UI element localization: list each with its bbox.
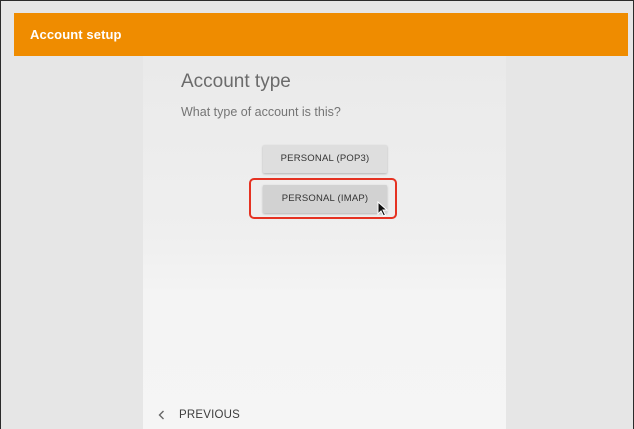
app-window: Account setup Account type What type of …	[0, 0, 634, 429]
app-title: Account setup	[30, 27, 122, 42]
personal-imap-button[interactable]: PERSONAL (IMAP)	[263, 185, 387, 213]
page-question: What type of account is this?	[181, 105, 341, 119]
previous-label: PREVIOUS	[179, 409, 241, 421]
mouse-pointer-icon	[377, 201, 389, 217]
personal-pop3-button[interactable]: PERSONAL (POP3)	[263, 145, 387, 173]
chevron-left-icon	[158, 410, 164, 420]
account-type-panel: Account type What type of account is thi…	[143, 56, 506, 429]
page-title: Account type	[181, 71, 291, 92]
previous-button[interactable]: PREVIOUS	[157, 405, 240, 425]
app-bar: Account setup	[14, 13, 628, 56]
